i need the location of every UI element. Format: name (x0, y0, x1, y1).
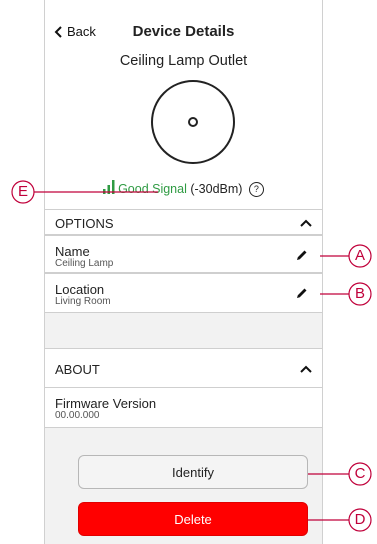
option-row-location[interactable]: Location Living Room (45, 273, 322, 313)
callout-d: D (354, 511, 366, 528)
option-row-name[interactable]: Name Ceiling Lamp (45, 235, 322, 273)
options-section-header[interactable]: OPTIONS (45, 209, 322, 235)
section-spacer (45, 313, 322, 348)
chevron-up-icon[interactable] (300, 219, 312, 227)
firmware-label: Firmware Version (55, 396, 157, 411)
callout-b: B (354, 285, 365, 302)
row-value: Living Room (55, 296, 111, 307)
about-section-header[interactable]: ABOUT (45, 348, 322, 388)
edit-pencil-icon[interactable] (296, 249, 308, 261)
callout-a: A (354, 247, 365, 264)
delete-button[interactable]: Delete (78, 502, 308, 536)
identify-button[interactable]: Identify (78, 455, 308, 489)
signal-text: Good Signal (118, 182, 187, 196)
row-label: Location (55, 282, 105, 297)
signal-strength: (-30dBm) (190, 182, 243, 196)
device-details-screen: Back Device Details Ceiling Lamp Outlet … (44, 0, 323, 544)
page-title: Device Details (132, 23, 235, 40)
callout-c: C (354, 465, 366, 482)
callout-e: E (17, 183, 28, 200)
chevron-up-icon[interactable] (300, 365, 312, 373)
firmware-row: Firmware Version 00.00.000 (45, 388, 322, 428)
row-value: Ceiling Lamp (55, 258, 114, 269)
options-header-label: OPTIONS (55, 216, 114, 231)
device-name: Ceiling Lamp Outlet (119, 53, 248, 69)
signal-status: Good Signal (-30dBm) ? (45, 180, 322, 197)
firmware-value: 00.00.000 (55, 410, 100, 421)
edit-pencil-icon[interactable] (296, 287, 308, 299)
about-header-label: ABOUT (55, 362, 100, 377)
row-label: Name (55, 244, 90, 259)
help-icon[interactable]: ? (248, 182, 264, 197)
signal-bars-icon (103, 180, 115, 194)
outlet-icon (151, 80, 235, 164)
